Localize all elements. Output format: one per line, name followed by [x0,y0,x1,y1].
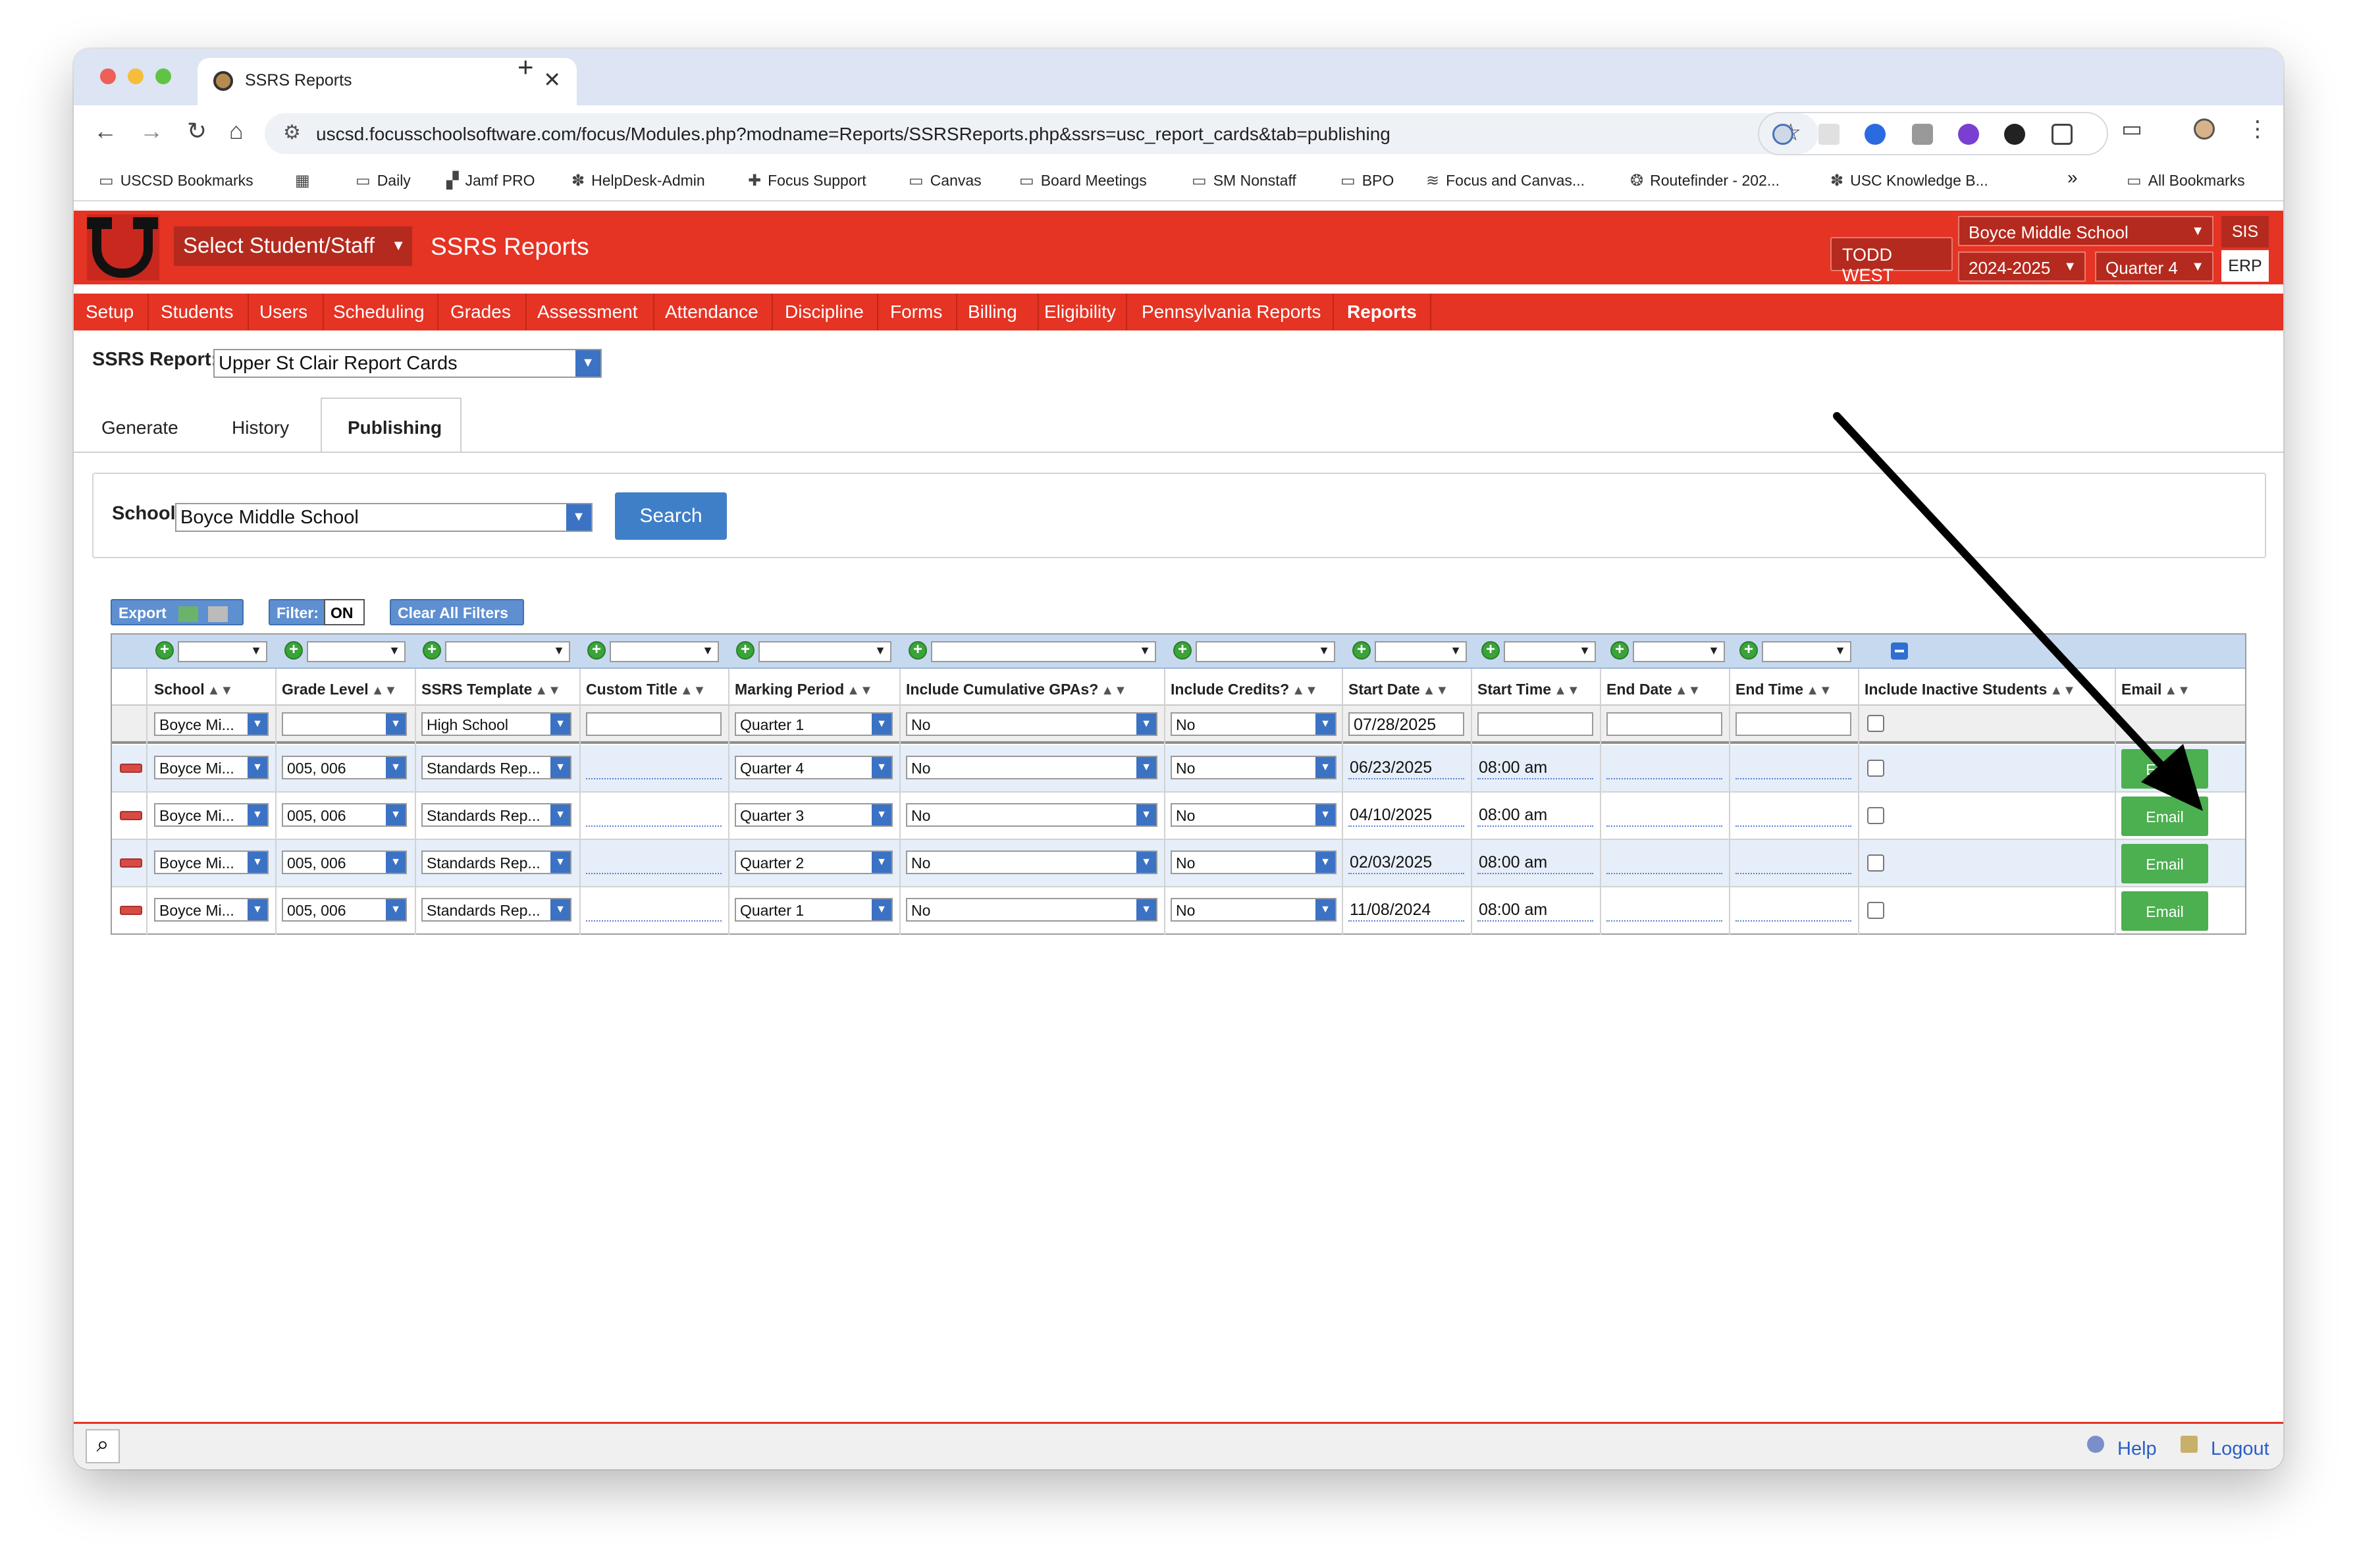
logout-icon[interactable] [2181,1436,2198,1453]
logout-link[interactable]: Logout [2211,1438,2269,1460]
annotation-arrow [1833,412,2203,811]
browser-window: SSRS Reports ✕ + ← → ↻ ⌂ ⚙ uscsd.focussc… [74,49,2283,1469]
app-footer: ⌕ Help Logout [74,1424,2283,1469]
help-icon[interactable] [2087,1436,2104,1453]
help-link[interactable]: Help [2117,1438,2157,1460]
search-icon[interactable]: ⌕ [86,1429,120,1463]
